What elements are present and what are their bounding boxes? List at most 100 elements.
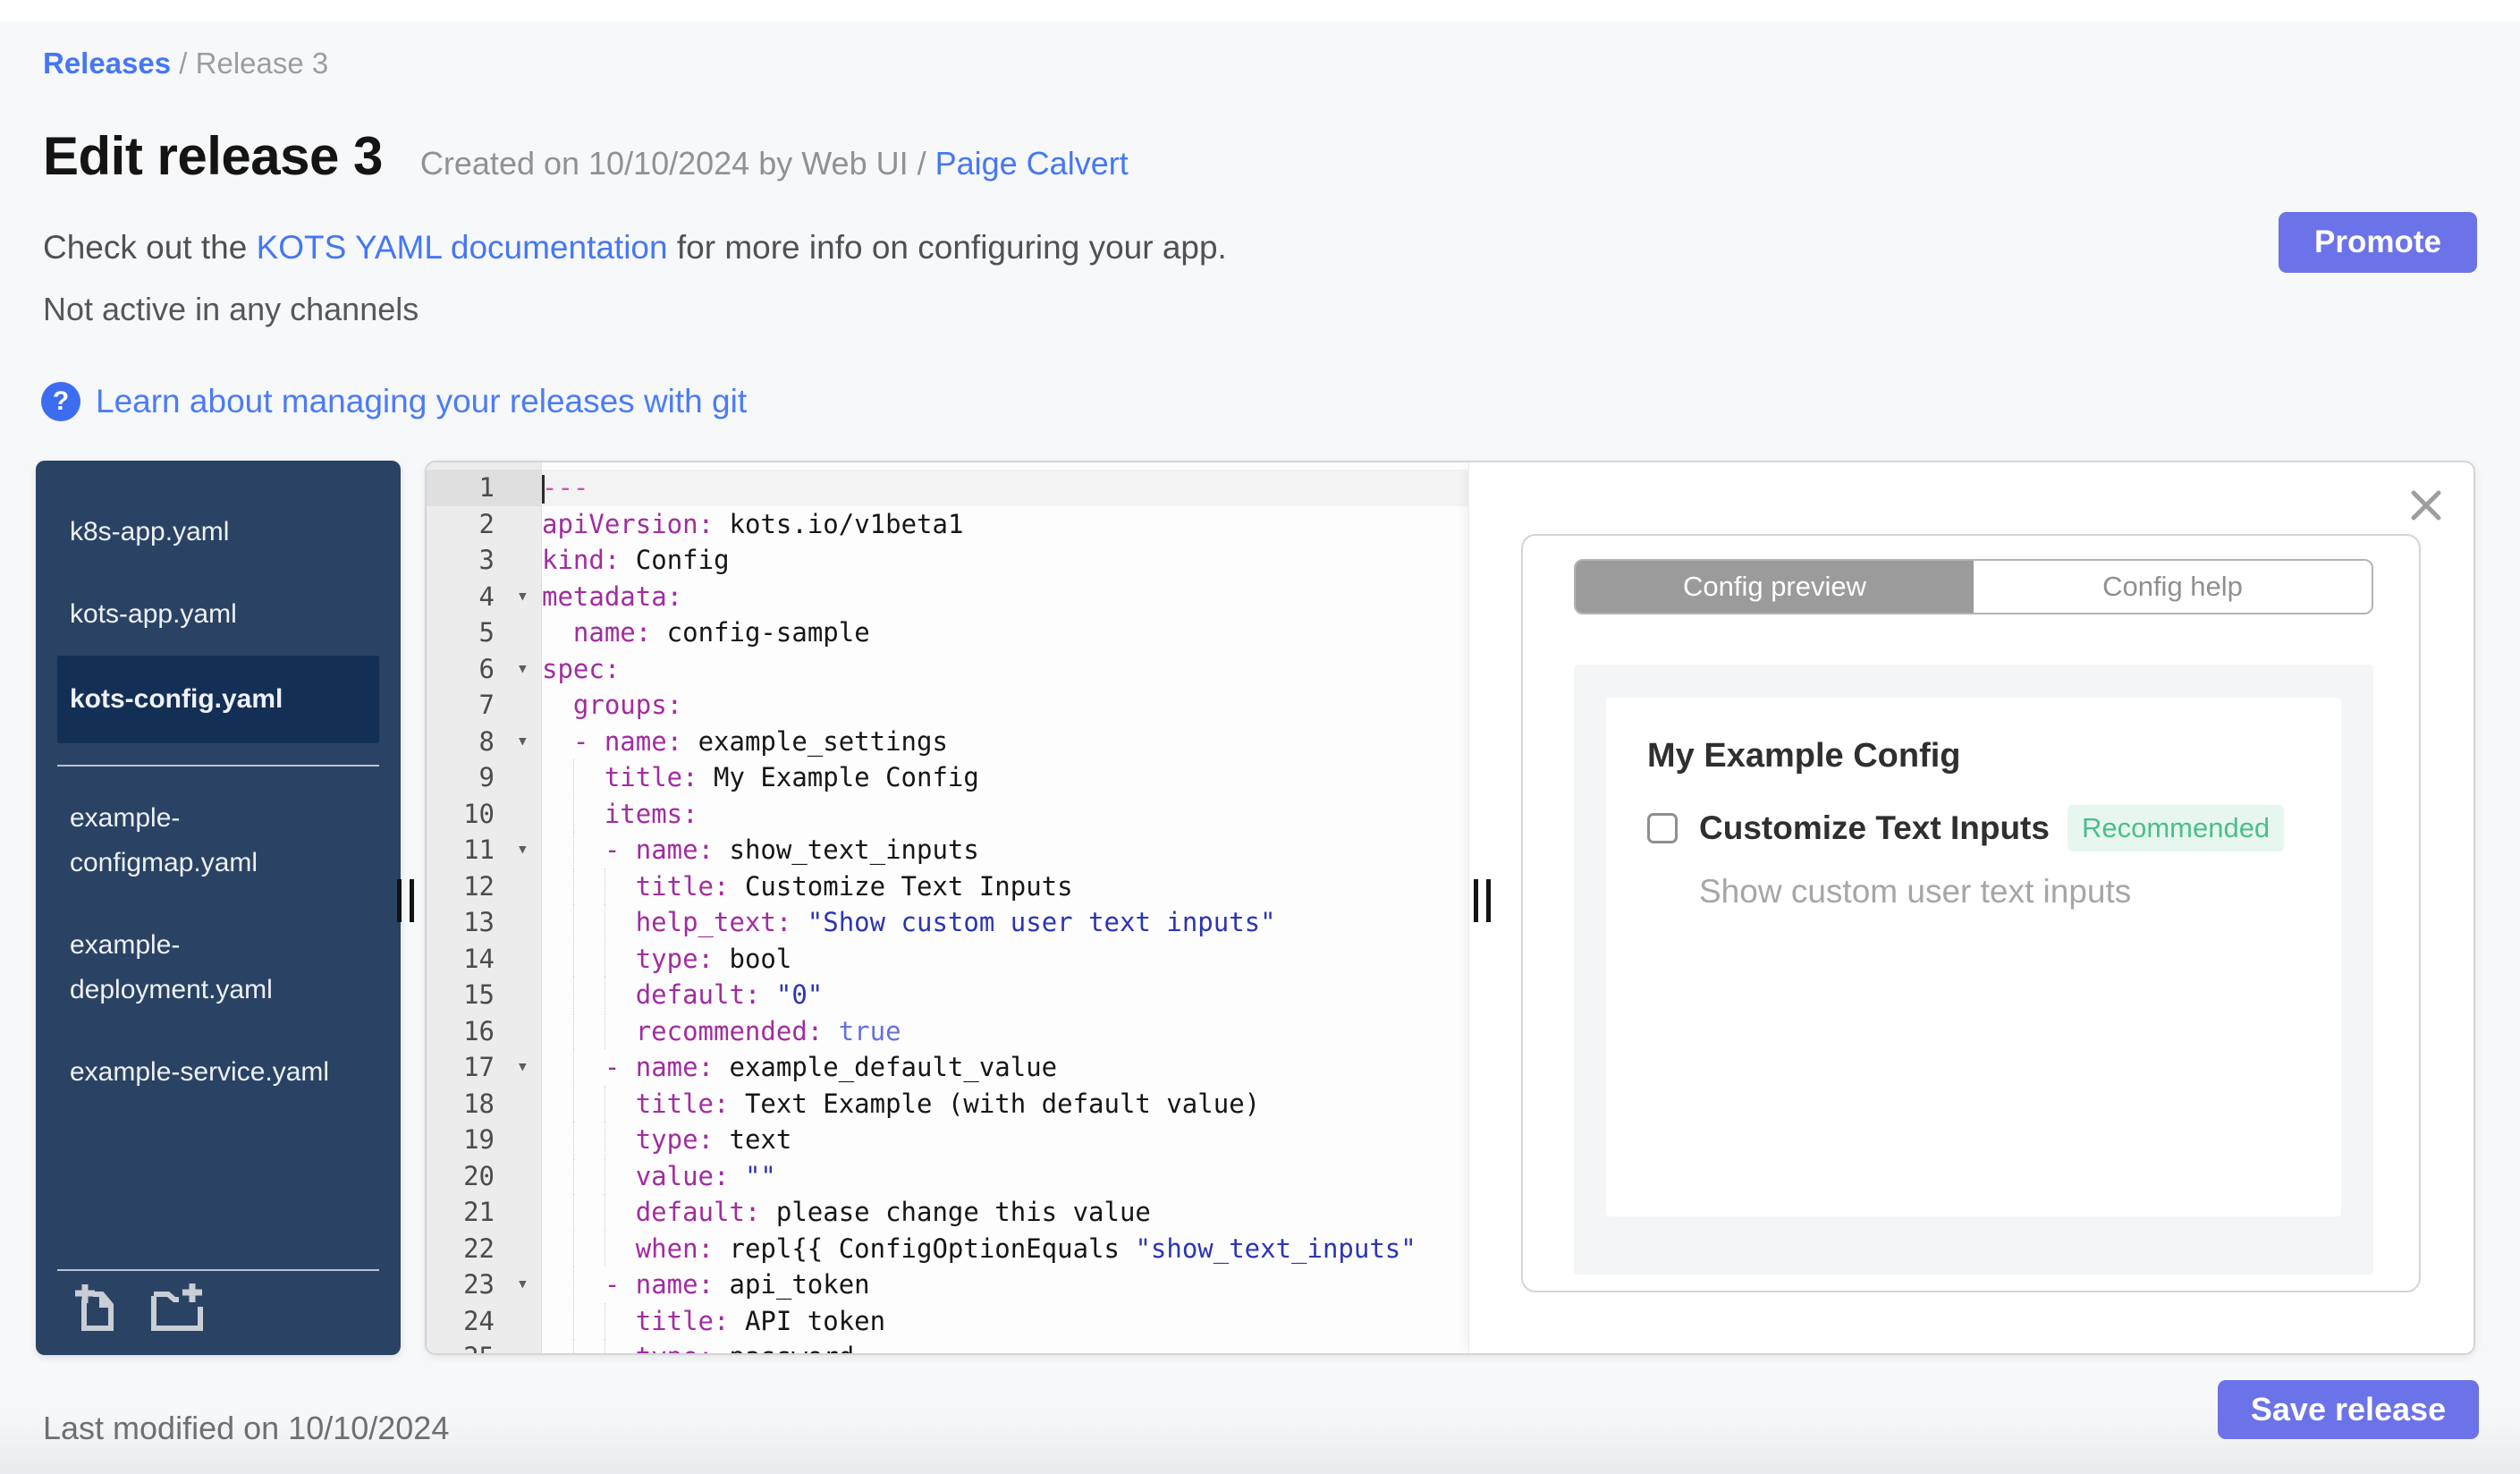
code-line[interactable]: recommended: true xyxy=(542,1012,1468,1050)
code-token: Config xyxy=(620,545,730,575)
fold-toggle-icon[interactable]: ▾ xyxy=(517,651,529,688)
code-token: help_text: xyxy=(635,907,792,937)
code-line[interactable]: title: API token xyxy=(542,1302,1468,1340)
line-number: 9 xyxy=(478,762,495,792)
line-number: 22 xyxy=(463,1233,495,1264)
code-line[interactable]: spec: xyxy=(542,651,1468,688)
new-folder-icon[interactable] xyxy=(147,1282,206,1335)
code-token: when: xyxy=(635,1233,715,1264)
line-number: 20 xyxy=(463,1160,495,1191)
kots-yaml-docs-link[interactable]: KOTS YAML documentation xyxy=(257,229,668,266)
fold-toggle-icon[interactable]: ▾ xyxy=(517,724,529,760)
config-tabbar: Config preview Config help xyxy=(1574,559,2373,614)
code-line[interactable]: - name: example_default_value xyxy=(542,1049,1468,1086)
preview-resize-handle[interactable] xyxy=(1474,879,1491,922)
code-token: password xyxy=(714,1342,854,1353)
line-number: 7 xyxy=(478,690,495,720)
code-line[interactable]: when: repl{{ ConfigOptionEquals "show_te… xyxy=(542,1230,1468,1267)
file-item[interactable]: example-service.yaml xyxy=(57,1031,379,1114)
tab-config-preview[interactable]: Config preview xyxy=(1576,561,1974,613)
fold-toggle-icon[interactable]: ▾ xyxy=(517,1266,529,1303)
code-line[interactable]: title: Customize Text Inputs xyxy=(542,868,1468,905)
indent-guide xyxy=(572,1157,605,1194)
breadcrumb-separator: / xyxy=(171,47,196,80)
close-icon[interactable] xyxy=(2408,487,2444,523)
code-line[interactable]: - name: api_token xyxy=(542,1266,1468,1303)
last-modified-text: Last modified on 10/10/2024 xyxy=(43,1410,450,1446)
code-line[interactable]: type: text xyxy=(542,1122,1468,1158)
config-checkbox[interactable] xyxy=(1647,813,1678,843)
code-line[interactable]: title: My Example Config xyxy=(542,759,1468,796)
git-releases-link[interactable]: Learn about managing your releases with … xyxy=(96,383,747,420)
code-line[interactable]: name: config-sample xyxy=(542,614,1468,651)
breadcrumb-releases-link[interactable]: Releases xyxy=(43,47,171,80)
indent-guide xyxy=(572,1122,605,1157)
sidebar-resize-handle[interactable] xyxy=(397,879,414,922)
fold-toggle-icon[interactable]: ▾ xyxy=(517,832,529,868)
config-group-title: My Example Config xyxy=(1647,737,1961,775)
indent-guide xyxy=(572,868,605,904)
code-line[interactable]: value: "" xyxy=(542,1157,1468,1195)
file-item[interactable]: example- configmap.yaml xyxy=(57,777,379,904)
code-line[interactable]: metadata: xyxy=(542,579,1468,615)
created-author-link[interactable]: Paige Calvert xyxy=(935,145,1129,182)
file-item[interactable]: k8s-app.yaml xyxy=(57,491,379,573)
code-token: type: xyxy=(636,1342,714,1353)
code-line[interactable]: help_text: "Show custom user text inputs… xyxy=(542,904,1468,941)
git-help-row[interactable]: ? Learn about managing your releases wit… xyxy=(41,382,747,421)
code-token: kind: xyxy=(542,545,621,575)
code-line[interactable]: groups: xyxy=(542,687,1468,724)
indent-guide xyxy=(604,1157,636,1194)
file-list: k8s-app.yaml kots-app.yaml kots-config.yam… xyxy=(36,461,401,1114)
code-token: type: xyxy=(635,1124,715,1155)
indent-guide xyxy=(572,1266,605,1302)
promote-button[interactable]: Promote xyxy=(2279,212,2477,273)
code-token: repl{{ ConfigOptionEquals xyxy=(714,1233,1136,1264)
code-token: default: xyxy=(635,979,761,1010)
indent-guide xyxy=(572,1194,605,1230)
code-line[interactable]: type: bool xyxy=(542,940,1468,978)
editor-code-area[interactable]: --- apiVersion: kots.io/v1beta1 kind: Conf… xyxy=(542,462,1468,1353)
new-file-icon[interactable] xyxy=(72,1282,127,1335)
code-line[interactable]: - name: show_text_inputs xyxy=(542,832,1468,868)
code-token: title: xyxy=(604,762,698,792)
sidebar-actions xyxy=(72,1282,206,1335)
config-group-card: My Example Config Customize Text Inputs … xyxy=(1606,698,2341,1216)
file-item[interactable]: kots-config.yaml xyxy=(57,656,379,743)
code-line[interactable]: kind: Config xyxy=(542,542,1468,579)
line-number: 19 xyxy=(463,1124,495,1155)
code-line[interactable]: title: Text Example (with default value) xyxy=(542,1085,1468,1122)
fold-toggle-icon[interactable]: ▾ xyxy=(517,579,529,615)
channel-status: Not active in any channels xyxy=(43,291,419,327)
code-token: "Show custom user text inputs" xyxy=(807,907,1276,937)
code-line[interactable]: - name: example_settings xyxy=(542,724,1468,760)
fold-toggle-icon[interactable]: ▾ xyxy=(517,1049,529,1086)
code-line[interactable]: default: "0" xyxy=(542,977,1468,1013)
code-token: config-sample xyxy=(651,617,870,648)
indent-guide xyxy=(604,977,636,1012)
code-line[interactable]: apiVersion: kots.io/v1beta1 xyxy=(542,506,1468,543)
code-line[interactable]: items: xyxy=(542,795,1468,833)
indent-guide xyxy=(604,1194,636,1230)
code-token: My Example Config xyxy=(698,762,979,792)
yaml-editor[interactable]: 1 2 3 4 ▾ 5 6 ▾ 7 8 ▾ 9 10 11 ▾ 12 13 14 15 16 17 ▾ 18 19 20 21 22… xyxy=(427,462,1468,1353)
line-number: 21 xyxy=(463,1197,495,1227)
save-release-button[interactable]: Save release xyxy=(2218,1380,2479,1439)
code-token: - name: xyxy=(604,834,715,865)
code-line[interactable]: type: password xyxy=(542,1339,1468,1353)
code-line[interactable]: --- xyxy=(542,470,1468,506)
file-item[interactable]: example- deployment.yaml xyxy=(57,904,379,1031)
indent-guide xyxy=(572,1085,605,1122)
code-line[interactable]: default: please change this value xyxy=(542,1194,1468,1231)
indent-guide xyxy=(604,1339,636,1353)
tab-config-help[interactable]: Config help xyxy=(1974,561,2372,613)
code-token: text xyxy=(714,1124,792,1155)
line-number: 16 xyxy=(463,1015,495,1046)
code-token: "show_text_inputs" xyxy=(1135,1233,1416,1264)
file-item[interactable]: kots-app.yaml xyxy=(57,573,379,656)
